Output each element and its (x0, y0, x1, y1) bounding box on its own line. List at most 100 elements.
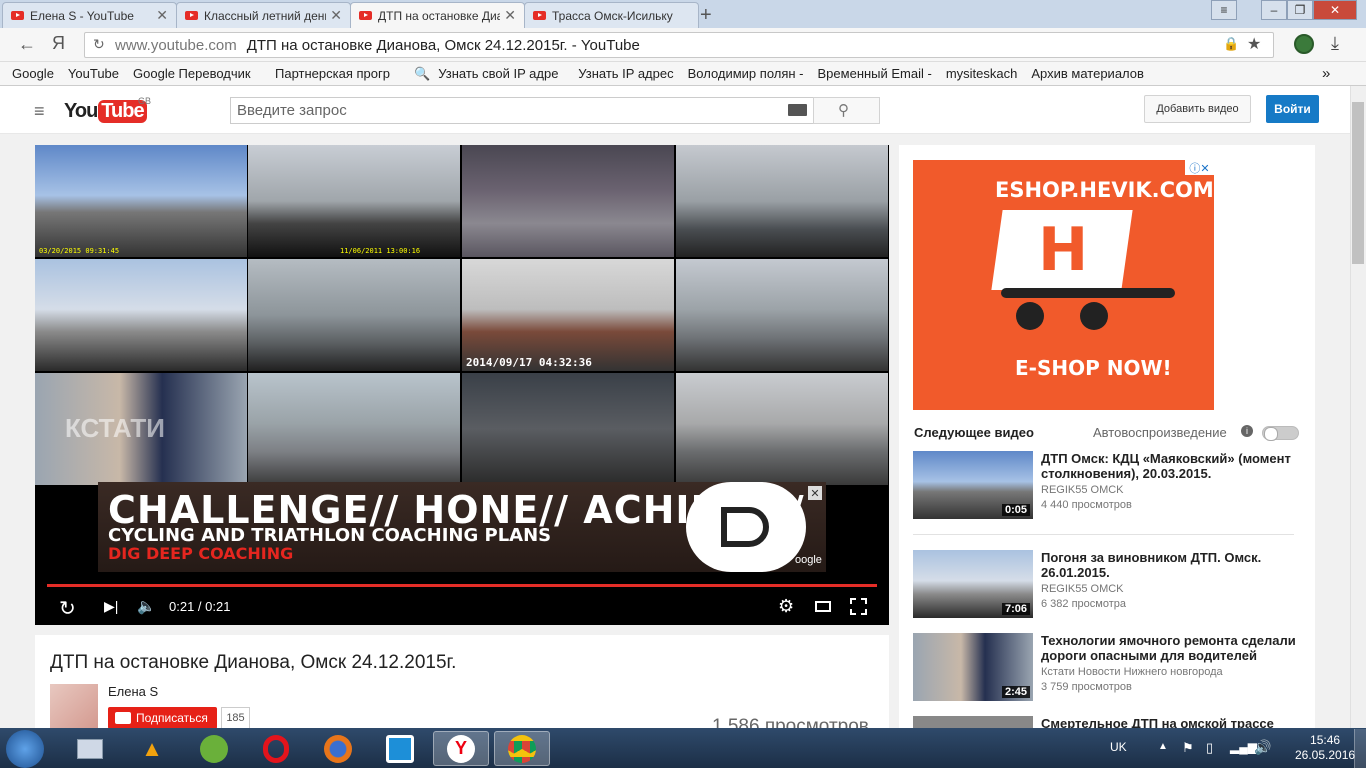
minimize-icon[interactable]: – (1261, 0, 1287, 20)
clock-time: 15:46 (1310, 733, 1341, 747)
search-button[interactable]: ⚲ (813, 97, 880, 124)
reload-icon[interactable]: ↻ (93, 36, 105, 53)
cart-wheel-icon (1016, 302, 1044, 330)
keyboard-icon[interactable] (788, 104, 807, 116)
youtube-logo[interactable]: You Tube (64, 97, 147, 125)
browser-tab[interactable]: Трасса Омск-Исильку (524, 2, 699, 28)
volume-icon[interactable]: 🔈 (137, 597, 156, 615)
bookmark-item[interactable]: Временный Email - (818, 66, 932, 81)
lock-icon[interactable]: 🔒 (1223, 36, 1239, 52)
logo-watermark: КСТАТИ (65, 413, 165, 443)
search-icon: 🔍 (414, 65, 431, 81)
browser-tab[interactable]: Классный летний день ✕ (176, 2, 351, 28)
autoplay-label: Автовоспроизведение (1093, 425, 1227, 440)
video-overlay-ad[interactable]: CHALLENGE// HONE// ACHIEVE// CYCLING AND… (98, 482, 826, 572)
channel-avatar[interactable] (50, 684, 98, 728)
sign-in-button[interactable]: Войти (1266, 95, 1319, 123)
taskbar-yandex-browser[interactable]: Y (433, 731, 489, 766)
taskbar-opera[interactable] (248, 731, 304, 766)
related-video-title[interactable]: Технологии ямочного ремонта сделали доро… (1041, 633, 1311, 663)
search-placeholder: Введите запрос (237, 102, 347, 119)
back-icon[interactable]: ← (18, 34, 36, 55)
address-bar[interactable]: ↻ www.youtube.com ДТП на остановке Диано… (84, 32, 1274, 58)
bookmark-item[interactable]: mysiteskach (946, 66, 1018, 81)
taskbar-utorrent[interactable] (186, 731, 242, 766)
related-video-title[interactable]: Смертельное ДТП на омской трассе (1041, 716, 1308, 728)
scrollbar-thumb[interactable] (1352, 102, 1364, 264)
video-thumbnail[interactable]: 0:05 (913, 451, 1033, 519)
youtube-favicon-icon (533, 11, 546, 20)
taskbar-keyboard-app[interactable] (62, 731, 118, 766)
taskbar-chrome[interactable] (494, 731, 550, 766)
video-thumbnail[interactable]: 7:06 (913, 550, 1033, 618)
add-video-button[interactable]: Добавить видео (1144, 95, 1251, 123)
progress-bar[interactable] (47, 584, 877, 587)
video-frame (676, 259, 888, 371)
related-video-views: 3 759 просмотров (1041, 681, 1132, 693)
browser-tab[interactable]: Елена S - YouTube ✕ (2, 2, 177, 28)
video-thumbnail[interactable] (913, 716, 1033, 728)
replay-icon[interactable]: ↻ (59, 596, 76, 621)
ad-choices-icon[interactable]: ⓘ✕ (1185, 160, 1214, 175)
download-icon[interactable]: ⤓ (1331, 33, 1339, 54)
tray-flag-icon[interactable]: ⚑ (1182, 740, 1194, 756)
tab-title: Елена S - YouTube (30, 8, 134, 23)
youtube-favicon-icon (359, 11, 372, 20)
subscriber-count: 185 (221, 707, 250, 729)
bookmark-item[interactable]: Володимир полян - (688, 66, 804, 81)
autoplay-toggle[interactable] (1262, 426, 1299, 441)
bookmark-item[interactable]: Google Переводчик (133, 66, 261, 81)
bookmark-item[interactable]: Партнерская прогр (275, 66, 400, 81)
bookmark-item[interactable]: YouTube (68, 66, 119, 81)
search-input[interactable]: Введите запрос (230, 97, 814, 124)
window-close-icon[interactable]: ✕ (1313, 0, 1357, 20)
close-icon[interactable]: ✕ (504, 7, 516, 24)
new-tab-button[interactable]: + (700, 4, 712, 27)
video-frame: КСТАТИ (35, 373, 247, 485)
bookmark-item[interactable]: Узнать IP адрес (578, 66, 673, 81)
video-frame (35, 259, 247, 371)
bookmark-item[interactable]: Архив материалов (1031, 66, 1155, 81)
settings-icon[interactable]: ⚙ (778, 596, 794, 617)
browser-tab-active[interactable]: ДТП на остановке Диа ✕ (350, 2, 525, 28)
show-desktop-button[interactable] (1354, 729, 1366, 768)
theater-mode-icon[interactable] (815, 601, 831, 612)
video-duration: 2:45 (1001, 686, 1030, 698)
yandex-icon[interactable]: Я (52, 33, 65, 54)
language-indicator[interactable]: UK (1110, 740, 1127, 754)
taskbar-firefox[interactable] (310, 731, 366, 766)
browser-menu-icon[interactable]: ≡ (1211, 0, 1237, 20)
bookmarks-more-button[interactable]: » (1322, 65, 1330, 82)
taskbar-clock[interactable]: 15:46 26.05.2016 (1295, 733, 1355, 763)
tab-title: Трасса Омск-Исильку (552, 8, 673, 23)
maximize-icon[interactable]: ❐ (1287, 0, 1313, 20)
bookmark-item[interactable]: Google (12, 66, 54, 81)
info-icon[interactable]: i (1241, 425, 1253, 437)
hamburger-menu-icon[interactable]: ≡ (34, 101, 45, 122)
star-icon[interactable]: ★ (1247, 34, 1261, 54)
video-thumbnail[interactable]: 2:45 (913, 633, 1033, 701)
related-video-title[interactable]: Погоня за виновником ДТП. Омск. 26.01.20… (1041, 550, 1311, 580)
close-icon[interactable]: ✕ (156, 7, 168, 24)
tray-device-icon[interactable]: ▯ (1206, 740, 1213, 756)
ad-close-icon[interactable]: ✕ (808, 486, 822, 500)
video-duration: 0:05 (1001, 504, 1030, 516)
globe-icon[interactable] (1294, 34, 1314, 54)
related-video[interactable]: Смертельное ДТП на омской трассе (913, 716, 1308, 728)
channel-name[interactable]: Елена S (108, 684, 158, 699)
video-title: ДТП на остановке Дианова, Омск 24.12.201… (50, 652, 457, 673)
fullscreen-icon[interactable] (850, 598, 867, 615)
next-video-icon[interactable]: ▶| (104, 598, 118, 615)
ad-logo-letter: H (1038, 215, 1089, 285)
sidebar-ad[interactable]: ESHOP.HEVIK.COM H E-SHOP NOW! ⓘ✕ (913, 160, 1214, 410)
related-video-title[interactable]: ДТП Омск: КДЦ «Маяковский» (момент столк… (1041, 451, 1311, 481)
bookmark-item[interactable]: Узнать свой IP адре (438, 66, 564, 81)
start-button[interactable] (6, 730, 44, 768)
network-icon[interactable]: ▂▄▆ (1230, 740, 1257, 754)
speaker-icon[interactable]: 🔊 (1254, 739, 1271, 756)
tray-expand-icon[interactable]: ▲ (1158, 741, 1168, 752)
close-icon[interactable]: ✕ (330, 7, 342, 24)
subscribe-button[interactable]: Подписаться (108, 707, 217, 729)
taskbar-aimp[interactable]: ▲ (124, 731, 180, 766)
taskbar-app[interactable] (372, 731, 428, 766)
